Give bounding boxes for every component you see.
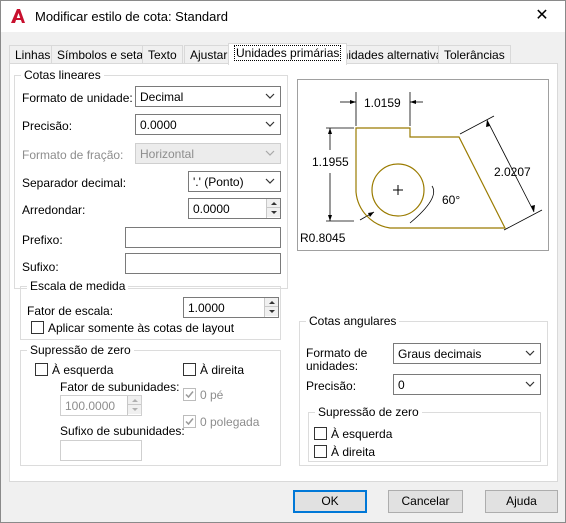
zero-feet-checkbox[interactable] <box>183 388 196 401</box>
window-title: Modificar estilo de cota: Standard <box>35 9 228 24</box>
leading-zero-label: À esquerda <box>52 363 114 377</box>
tab-unidades-primarias[interactable]: Unidades primárias <box>228 43 348 65</box>
spin-down-icon[interactable] <box>265 307 278 316</box>
tab-label: Unidades primárias <box>234 45 342 61</box>
angular-unit-format-select[interactable]: Graus decimais <box>393 343 541 364</box>
sub-units-factor-label: Fator de subunidades: <box>60 380 180 394</box>
group-legend: Cotas lineares <box>21 68 104 82</box>
spin-up-icon[interactable] <box>267 199 280 208</box>
trailing-zero-checkbox[interactable] <box>183 363 196 376</box>
spin-up-icon[interactable] <box>128 396 141 405</box>
angular-leading-zero-checkbox[interactable] <box>314 427 327 440</box>
suffix-label: Sufixo: <box>22 260 59 274</box>
ok-button[interactable]: OK <box>293 490 367 513</box>
angular-precision-select[interactable]: 0 <box>393 374 541 395</box>
close-button[interactable]: ✕ <box>519 1 565 31</box>
angular-unit-format-value: Graus decimais <box>398 347 482 361</box>
angular-precision-value: 0 <box>398 378 405 392</box>
tab-label: Unidades alternativas <box>333 48 449 62</box>
dialog-window: Modificar estilo de cota: Standard ✕ Lin… <box>0 0 566 523</box>
sub-units-suffix-label: Sufixo de subunidades: <box>60 424 185 438</box>
scale-factor-label: Fator de escala: <box>27 304 114 318</box>
decimal-separator-select[interactable]: '.' (Ponto) <box>188 171 281 192</box>
chevron-down-icon <box>264 146 276 160</box>
decimal-separator-value: '.' (Ponto) <box>193 175 244 189</box>
sub-units-factor-spinner[interactable] <box>127 396 141 415</box>
tab-ajustar[interactable]: Ajustar <box>184 45 234 64</box>
tab-label: Ajustar <box>190 48 228 62</box>
angular-unit-format-label-line2: unidades: <box>306 359 359 373</box>
chevron-down-icon <box>264 174 276 188</box>
cancel-button[interactable]: Cancelar <box>388 490 463 513</box>
group-legend: Escala de medida <box>27 279 129 293</box>
unit-format-value: Decimal <box>140 90 184 104</box>
tab-label: Linhas <box>15 48 51 62</box>
spin-down-icon[interactable] <box>267 208 280 217</box>
checkmark-icon <box>185 391 194 399</box>
precision-select[interactable]: 0.0000 <box>135 114 281 135</box>
suffix-input[interactable] <box>125 253 281 274</box>
chevron-down-icon <box>524 346 536 360</box>
zero-inches-label: 0 polegada <box>200 415 260 429</box>
zero-inches-checkbox[interactable] <box>183 415 196 428</box>
layout-only-label: Aplicar somente às cotas de layout <box>48 321 235 335</box>
tab-label: Símbolos e setas <box>57 48 150 62</box>
tab-label: Tolerâncias <box>444 48 505 62</box>
dim-left-text: 1.1955 <box>312 155 349 169</box>
group-legend: Cotas angulares <box>306 314 400 328</box>
scale-factor-value: 1.0000 <box>188 301 225 315</box>
precision-label: Precisão: <box>22 119 73 133</box>
decimal-separator-label: Separador decimal: <box>22 176 127 190</box>
scale-factor-spinner[interactable] <box>264 298 278 317</box>
unit-format-select[interactable]: Decimal <box>135 86 281 107</box>
autocad-logo-icon <box>10 8 26 24</box>
round-off-value: 0.0000 <box>193 202 230 216</box>
precision-value: 0.0000 <box>140 118 177 132</box>
fraction-format-value: Horizontal <box>140 147 195 161</box>
sub-units-suffix-input[interactable] <box>60 440 142 461</box>
chevron-down-icon <box>264 89 276 103</box>
close-icon: ✕ <box>535 7 549 24</box>
dim-right-text: 2.0207 <box>494 165 531 179</box>
angular-leading-zero-label: À esquerda <box>331 427 393 441</box>
chevron-down-icon <box>524 377 536 391</box>
spin-up-icon[interactable] <box>265 298 278 307</box>
spin-down-icon[interactable] <box>128 405 141 414</box>
group-legend: Supressão de zero <box>27 343 134 357</box>
prefix-input[interactable] <box>125 227 281 248</box>
prefix-label: Prefixo: <box>22 233 63 247</box>
leading-zero-checkbox[interactable] <box>35 363 48 376</box>
tab-tolerancias[interactable]: Tolerâncias <box>438 45 511 64</box>
trailing-zero-label: À direita <box>200 363 245 377</box>
angular-unit-format-label-line1: Formato de <box>306 346 368 360</box>
layout-only-checkbox[interactable] <box>31 321 44 334</box>
title-bar: Modificar estilo de cota: Standard ✕ <box>1 1 565 32</box>
tab-simbolos-setas[interactable]: Símbolos e setas <box>51 45 156 64</box>
radius-text: R0.8045 <box>300 231 346 245</box>
chevron-down-icon <box>264 117 276 131</box>
fraction-format-select[interactable]: Horizontal <box>135 143 281 164</box>
group-legend: Supressão de zero <box>315 405 422 419</box>
angular-trailing-zero-checkbox[interactable] <box>314 445 327 458</box>
angular-trailing-zero-label: À direita <box>331 445 376 459</box>
zero-feet-label: 0 pé <box>200 388 224 402</box>
dimension-preview: 1.0159 1.1955 2.0207 60° R0.8045 <box>297 79 549 251</box>
angle-text: 60° <box>442 193 460 207</box>
fraction-format-label: Formato de fração: <box>22 148 124 162</box>
round-off-label: Arredondar: <box>22 203 86 217</box>
round-off-spinner[interactable] <box>266 199 280 218</box>
tab-label: Texto <box>148 48 177 62</box>
help-button[interactable]: Ajuda <box>485 490 558 513</box>
angular-precision-label: Precisão: <box>306 379 357 393</box>
dim-top-text: 1.0159 <box>364 96 401 110</box>
tab-linhas[interactable]: Linhas <box>9 45 57 64</box>
preview-drawing: 1.0159 1.1955 2.0207 60° R0.8045 <box>300 92 543 245</box>
unit-format-label: Formato de unidade: <box>22 91 133 105</box>
sub-units-factor-value: 100.0000 <box>65 399 116 413</box>
tab-texto[interactable]: Texto <box>142 45 183 64</box>
checkmark-icon <box>185 418 194 426</box>
